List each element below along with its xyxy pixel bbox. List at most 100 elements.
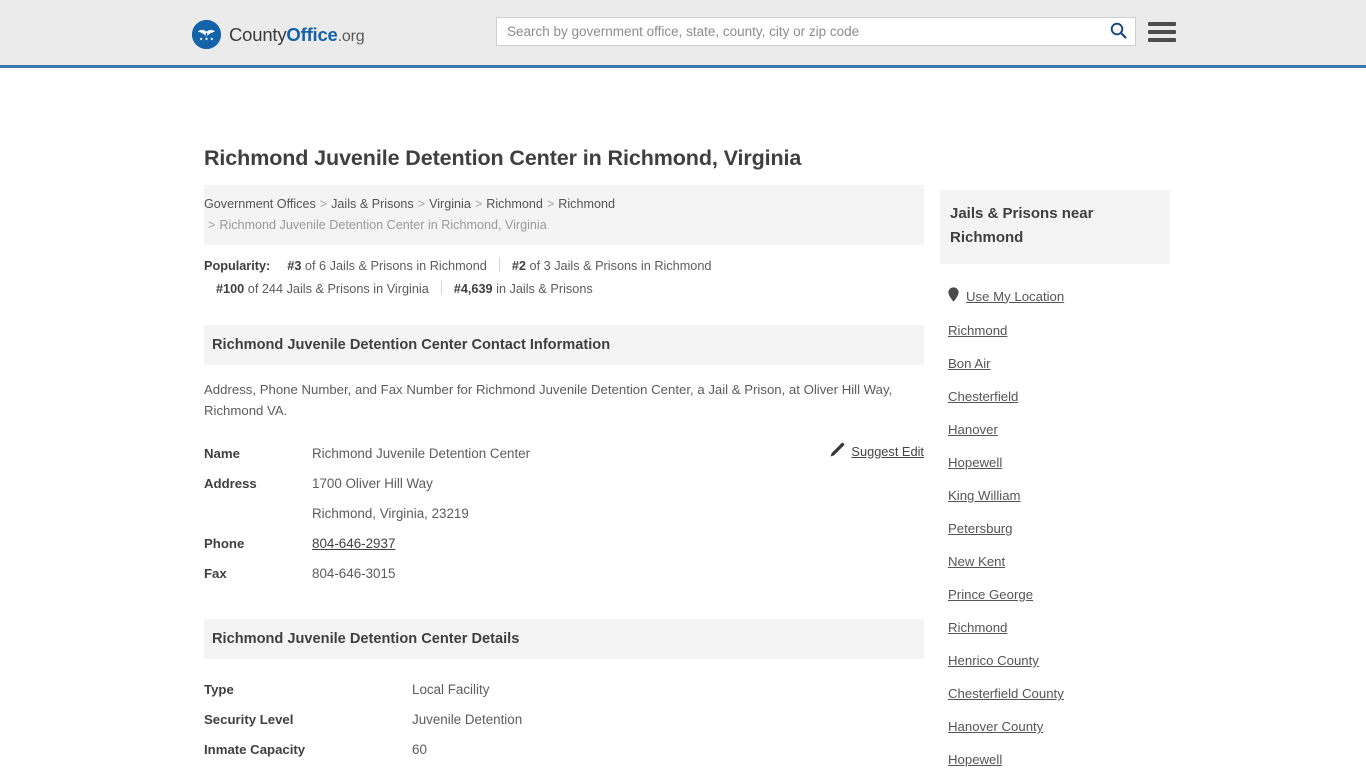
details-table: Type Local Facility Security Level Juven… xyxy=(204,675,924,765)
sidebar-item-label: New Kent xyxy=(948,554,1006,569)
brand-part-office: Office xyxy=(286,23,338,45)
popularity-rank: #4,639 xyxy=(453,282,493,296)
details-row-security-level-value: Juvenile Detention xyxy=(412,712,523,727)
sidebar-item-label: Prince George xyxy=(948,587,1034,602)
contact-row-address: Address 1700 Oliver Hill Way xyxy=(204,469,924,499)
sidebar-item-new-kent[interactable]: New Kent xyxy=(940,545,1170,578)
popularity-item-national-rank: #4,639 in Jails & Prisons xyxy=(454,278,593,301)
contact-row-address-key: Address xyxy=(204,476,257,491)
sidebar-item-use-my-location-label: Use My Location xyxy=(966,288,1065,304)
details-row-type-key: Type xyxy=(204,682,234,697)
details-row-type-value: Local Facility xyxy=(412,682,490,697)
sidebar-item-label: Chesterfield County xyxy=(948,686,1064,701)
contact-row-name: Name Richmond Juvenile Detention Center xyxy=(204,439,924,469)
site-logo-text: CountyOffice.org xyxy=(229,23,365,46)
breadcrumb-item-jails-prisons[interactable]: Jails & Prisons xyxy=(331,197,414,211)
search-input[interactable] xyxy=(497,18,1101,45)
contact-row-phone-key: Phone xyxy=(204,536,245,551)
popularity-text: of 3 Jails & Prisons in Richmond xyxy=(529,259,712,273)
sidebar-item-hopewell-2[interactable]: Hopewell xyxy=(940,743,1170,768)
eagle-stars-logo-icon xyxy=(192,20,221,49)
breadcrumb-separator-icon: > xyxy=(208,218,216,232)
contact-row-fax: Fax 804-646-3015 xyxy=(204,559,924,589)
sidebar-item-richmond-2[interactable]: Richmond xyxy=(940,611,1170,644)
sidebar-item-label: Richmond xyxy=(948,620,1008,635)
sidebar-item-use-my-location[interactable]: Use My Location xyxy=(940,278,1170,314)
popularity-text: of 6 Jails & Prisons in Richmond xyxy=(304,259,487,273)
sidebar-item-label: Hanover xyxy=(948,422,998,437)
sidebar-item-richmond-1[interactable]: Richmond xyxy=(940,314,1170,347)
sidebar-item-henrico-county[interactable]: Henrico County xyxy=(940,644,1170,677)
sidebar-item-hanover[interactable]: Hanover xyxy=(940,413,1170,446)
sidebar-item-chesterfield[interactable]: Chesterfield xyxy=(940,380,1170,413)
search-icon xyxy=(1110,22,1127,42)
search-button[interactable] xyxy=(1101,18,1135,45)
hamburger-menu-icon-bar xyxy=(1148,29,1176,34)
sidebar-item-label: Henrico County xyxy=(948,653,1039,668)
contact-detail-table: Suggest Edit Name Richmond Juvenile Dete… xyxy=(204,439,924,589)
popularity-rank: #2 xyxy=(511,259,526,273)
breadcrumb-item-virginia[interactable]: Virginia xyxy=(429,197,471,211)
details-row-inmate-capacity-value: 60 xyxy=(412,742,427,757)
popularity-text: of 244 Jails & Prisons in Virginia xyxy=(247,282,429,296)
sidebar-heading: Jails & Prisons near Richmond xyxy=(940,190,1170,264)
sidebar-item-label: King William xyxy=(948,488,1021,503)
map-pin-icon xyxy=(948,287,959,305)
breadcrumb-item-government-offices[interactable]: Government Offices xyxy=(204,197,316,211)
sidebar-item-label: Hopewell xyxy=(948,752,1003,767)
hamburger-menu-icon-bar xyxy=(1148,37,1176,42)
breadcrumb-current: Richmond Juvenile Detention Center in Ri… xyxy=(219,218,547,232)
sidebar: Jails & Prisons near Richmond Use My Loc… xyxy=(940,190,1170,768)
details-row-inmate-capacity: Inmate Capacity 60 xyxy=(204,735,924,765)
page-body: Richmond Juvenile Detention Center in Ri… xyxy=(0,68,1366,767)
details-row-type: Type Local Facility xyxy=(204,675,924,705)
breadcrumb-separator-icon: > xyxy=(417,197,426,211)
breadcrumb-separator-icon: > xyxy=(474,197,483,211)
sidebar-nearby-list: Use My Location Richmond Bon Air Chester… xyxy=(940,264,1170,768)
popularity-row-1: Popularity: #3 of 6 Jails & Prisons in R… xyxy=(204,255,924,278)
popularity-spacer xyxy=(278,257,279,272)
popularity-rank: #3 xyxy=(287,259,302,273)
sidebar-item-chesterfield-county[interactable]: Chesterfield County xyxy=(940,677,1170,710)
site-logo-link[interactable]: CountyOffice.org xyxy=(192,20,365,49)
breadcrumb-item-richmond-county[interactable]: Richmond xyxy=(486,197,543,211)
details-row-security-level: Security Level Juvenile Detention xyxy=(204,705,924,735)
search-bar xyxy=(496,17,1136,46)
sidebar-item-prince-george[interactable]: Prince George xyxy=(940,578,1170,611)
sidebar-item-label: Bon Air xyxy=(948,356,991,371)
sidebar-item-hopewell-1[interactable]: Hopewell xyxy=(940,446,1170,479)
contact-row-address-line2: Richmond, Virginia, 23219 xyxy=(312,506,469,521)
suggest-edit-button[interactable]: Suggest Edit xyxy=(830,442,924,460)
details-row-security-level-key: Security Level xyxy=(204,712,294,727)
contact-section-description: Address, Phone Number, and Fax Number fo… xyxy=(204,382,893,418)
sidebar-item-label: Hanover County xyxy=(948,719,1044,734)
popularity-divider xyxy=(440,280,442,295)
sidebar-item-king-william[interactable]: King William xyxy=(940,479,1170,512)
popularity-block: Popularity: #3 of 6 Jails & Prisons in R… xyxy=(204,245,924,301)
contact-row-fax-value: 804-646-3015 xyxy=(312,566,396,581)
popularity-divider xyxy=(498,257,500,272)
phone-number-link[interactable]: 804-646-2937 xyxy=(312,536,395,551)
main-content: Richmond Juvenile Detention Center in Ri… xyxy=(204,146,924,768)
sidebar-item-label: Richmond xyxy=(948,323,1008,338)
sidebar-item-bon-air[interactable]: Bon Air xyxy=(940,347,1170,380)
sidebar-item-label: Chesterfield xyxy=(948,389,1019,404)
sidebar-item-petersburg[interactable]: Petersburg xyxy=(940,512,1170,545)
popularity-item-city-rank: #3 of 6 Jails & Prisons in Richmond xyxy=(287,255,487,278)
contact-section-heading: Richmond Juvenile Detention Center Conta… xyxy=(204,325,924,365)
popularity-item-state-rank: #100 of 244 Jails & Prisons in Virginia xyxy=(216,278,429,301)
brand-part-county: County xyxy=(229,23,287,45)
site-header: CountyOffice.org xyxy=(0,0,1366,68)
contact-row-phone: Phone 804-646-2937 xyxy=(204,529,924,559)
popularity-rank: #100 xyxy=(216,282,245,296)
sidebar-item-hanover-county[interactable]: Hanover County xyxy=(940,710,1170,743)
breadcrumb-separator-icon: > xyxy=(319,197,328,211)
breadcrumb-line-1: Government Offices > Jails & Prisons > Virgi… xyxy=(204,194,924,215)
sidebar-item-label: Petersburg xyxy=(948,521,1013,536)
hamburger-menu-button[interactable] xyxy=(1148,18,1176,45)
contact-row-fax-key: Fax xyxy=(204,566,227,581)
breadcrumb-item-richmond-city[interactable]: Richmond xyxy=(558,197,615,211)
hamburger-menu-icon-bar xyxy=(1148,21,1176,26)
contact-row-phone-value-wrap: 804-646-2937 xyxy=(312,529,395,559)
contact-row-name-value: Richmond Juvenile Detention Center xyxy=(312,446,531,461)
